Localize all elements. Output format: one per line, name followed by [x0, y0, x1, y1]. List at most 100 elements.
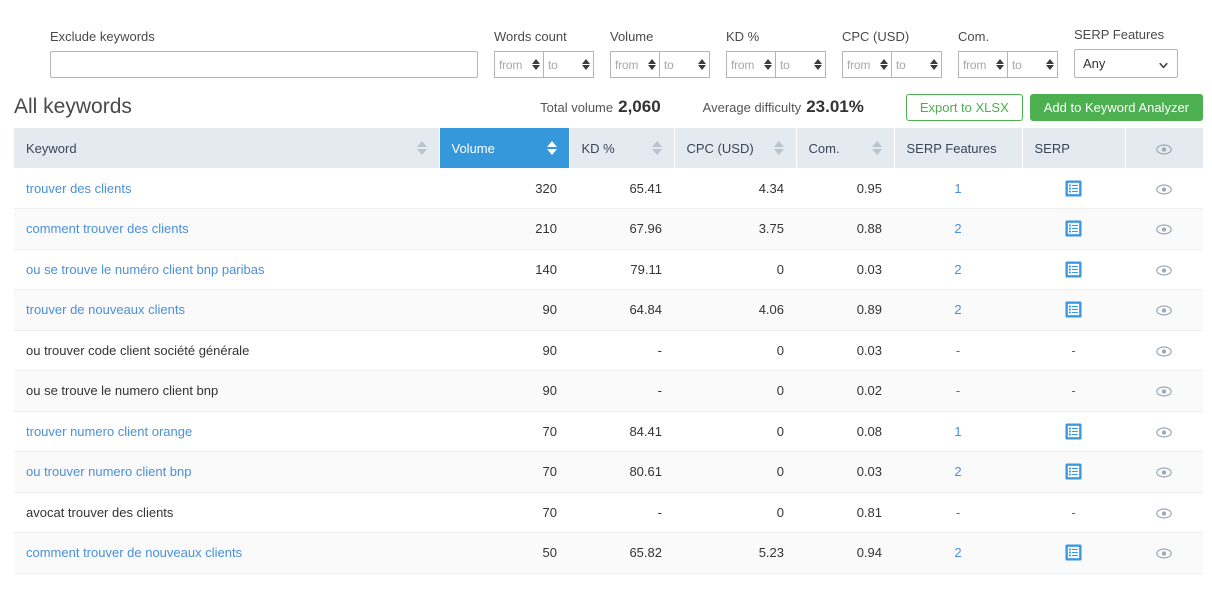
cell-com: 0.88	[796, 208, 894, 250]
cell-com: 0.02	[796, 370, 894, 412]
keyword-link[interactable]: ou se trouve le numéro client bnp pariba…	[26, 262, 264, 277]
eye-icon[interactable]	[1156, 467, 1172, 478]
spinner-icon[interactable]	[530, 59, 541, 70]
eye-icon[interactable]	[1156, 224, 1172, 235]
export-to-xlsx-button[interactable]: Export to XLSX	[905, 93, 1023, 121]
column-header-kd[interactable]: KD %	[569, 128, 675, 168]
total-volume-stat: Total volume 2,060	[540, 97, 661, 117]
keyword-link[interactable]: comment trouver de nouveaux clients	[26, 545, 242, 560]
cell-serp-features: 2	[894, 249, 1022, 290]
cell-volume: 90	[439, 370, 569, 412]
cell-volume: 320	[439, 168, 569, 209]
serp-list-icon[interactable]	[1065, 261, 1082, 278]
eye-icon[interactable]	[1156, 386, 1172, 397]
cpc-from[interactable]: from	[842, 51, 892, 78]
kd-from[interactable]: from	[726, 51, 776, 78]
keyword-link[interactable]: comment trouver des clients	[26, 221, 189, 236]
serp-features-count-link[interactable]: 2	[954, 221, 961, 236]
cell-visibility[interactable]	[1125, 451, 1203, 493]
eye-icon[interactable]	[1156, 265, 1172, 276]
words-count-label: Words count	[494, 29, 567, 44]
cell-cpc: 4.06	[674, 289, 796, 331]
sort-arrows-icon[interactable]	[651, 141, 662, 155]
kd-to[interactable]: to	[776, 51, 826, 78]
add-to-keyword-analyzer-button[interactable]: Add to Keyword Analyzer	[1029, 93, 1203, 121]
spinner-icon[interactable]	[994, 59, 1005, 70]
keyword-link[interactable]: trouver des clients	[26, 181, 132, 196]
eye-icon[interactable]	[1156, 508, 1172, 519]
cell-com: 0.89	[796, 289, 894, 331]
spinner-icon[interactable]	[878, 59, 889, 70]
column-header-volume[interactable]: Volume	[439, 128, 570, 168]
cell-visibility[interactable]	[1125, 330, 1203, 371]
spinner-icon[interactable]	[762, 59, 773, 70]
serp-list-icon[interactable]	[1065, 220, 1082, 237]
cell-visibility[interactable]	[1125, 168, 1203, 209]
cell-serp	[1022, 208, 1125, 250]
spinner-icon[interactable]	[646, 59, 657, 70]
serp-features-count-link[interactable]: 2	[954, 302, 961, 317]
eye-icon[interactable]	[1156, 346, 1172, 357]
keyword-link[interactable]: ou trouver numero client bnp	[26, 464, 191, 479]
average-difficulty-label: Average difficulty	[702, 99, 802, 115]
cell-visibility[interactable]	[1125, 249, 1203, 290]
cell-visibility[interactable]	[1125, 289, 1203, 331]
cell-visibility[interactable]	[1125, 411, 1203, 452]
keyword-link[interactable]: trouver numero client orange	[26, 424, 192, 439]
com-to[interactable]: to	[1008, 51, 1058, 78]
volume-to[interactable]: to	[660, 51, 710, 78]
eye-icon[interactable]	[1156, 548, 1172, 559]
serp-features-count-link[interactable]: 2	[954, 262, 961, 277]
cell-keyword: trouver numero client orange	[14, 411, 439, 452]
eye-icon[interactable]	[1156, 183, 1172, 195]
serp-features-select[interactable]: Any	[1074, 49, 1178, 78]
sort-arrows-icon[interactable]	[546, 141, 557, 155]
serp-features-count-link[interactable]: 2	[954, 545, 961, 560]
serp-features-count-link[interactable]: 2	[954, 464, 961, 479]
words-count-from[interactable]: from	[494, 51, 544, 78]
filter-volume: Volume from to	[610, 29, 710, 78]
serp-features-count-link[interactable]: 1	[954, 181, 961, 196]
spinner-icon[interactable]	[580, 59, 591, 70]
serp-list-icon[interactable]	[1065, 423, 1082, 440]
exclude-keywords-input[interactable]	[50, 51, 478, 78]
cell-volume: 140	[439, 249, 569, 290]
cpc-to[interactable]: to	[892, 51, 942, 78]
serp-features-selected-value: Any	[1083, 56, 1106, 71]
column-header-com[interactable]: Com.	[796, 128, 895, 168]
spinner-icon[interactable]	[928, 59, 939, 70]
spinner-icon[interactable]	[1044, 59, 1055, 70]
column-header-cpc[interactable]: CPC (USD)	[674, 128, 797, 168]
cell-kd: 65.41	[569, 168, 674, 209]
serp-list-icon[interactable]	[1065, 544, 1082, 561]
cell-cpc: 5.23	[674, 532, 796, 574]
cell-kd: 65.82	[569, 532, 674, 574]
keyword-text: ou trouver code client société générale	[26, 342, 250, 358]
serp-list-icon[interactable]	[1065, 463, 1082, 480]
serp-list-icon[interactable]	[1065, 180, 1082, 197]
sort-arrows-icon[interactable]	[416, 141, 427, 155]
cell-visibility[interactable]	[1125, 532, 1203, 574]
table-header-row: Keyword Volume KD % CPC (USD) Com. SERP …	[14, 128, 1203, 168]
eye-icon[interactable]	[1156, 427, 1172, 438]
serp-list-icon[interactable]	[1065, 301, 1082, 318]
spinner-icon[interactable]	[696, 59, 707, 70]
com-from[interactable]: from	[958, 51, 1008, 78]
spinner-icon[interactable]	[812, 59, 823, 70]
column-header-keyword[interactable]: Keyword	[14, 128, 440, 168]
cell-visibility[interactable]	[1125, 370, 1203, 412]
volume-from[interactable]: from	[610, 51, 660, 78]
eye-icon[interactable]	[1156, 143, 1173, 155]
serp-features-count-link[interactable]: 1	[954, 424, 961, 439]
cell-visibility[interactable]	[1125, 492, 1203, 533]
sort-arrows-icon[interactable]	[773, 141, 784, 155]
eye-icon[interactable]	[1156, 305, 1172, 316]
sort-arrows-icon[interactable]	[871, 141, 882, 155]
cell-visibility[interactable]	[1125, 208, 1203, 250]
cell-cpc: 0	[674, 492, 796, 533]
words-count-to[interactable]: to	[544, 51, 594, 78]
keyword-link[interactable]: trouver de nouveaux clients	[26, 302, 185, 317]
column-header-visibility[interactable]	[1125, 128, 1203, 168]
column-header-serp: SERP	[1022, 128, 1126, 168]
cell-volume: 70	[439, 451, 569, 493]
